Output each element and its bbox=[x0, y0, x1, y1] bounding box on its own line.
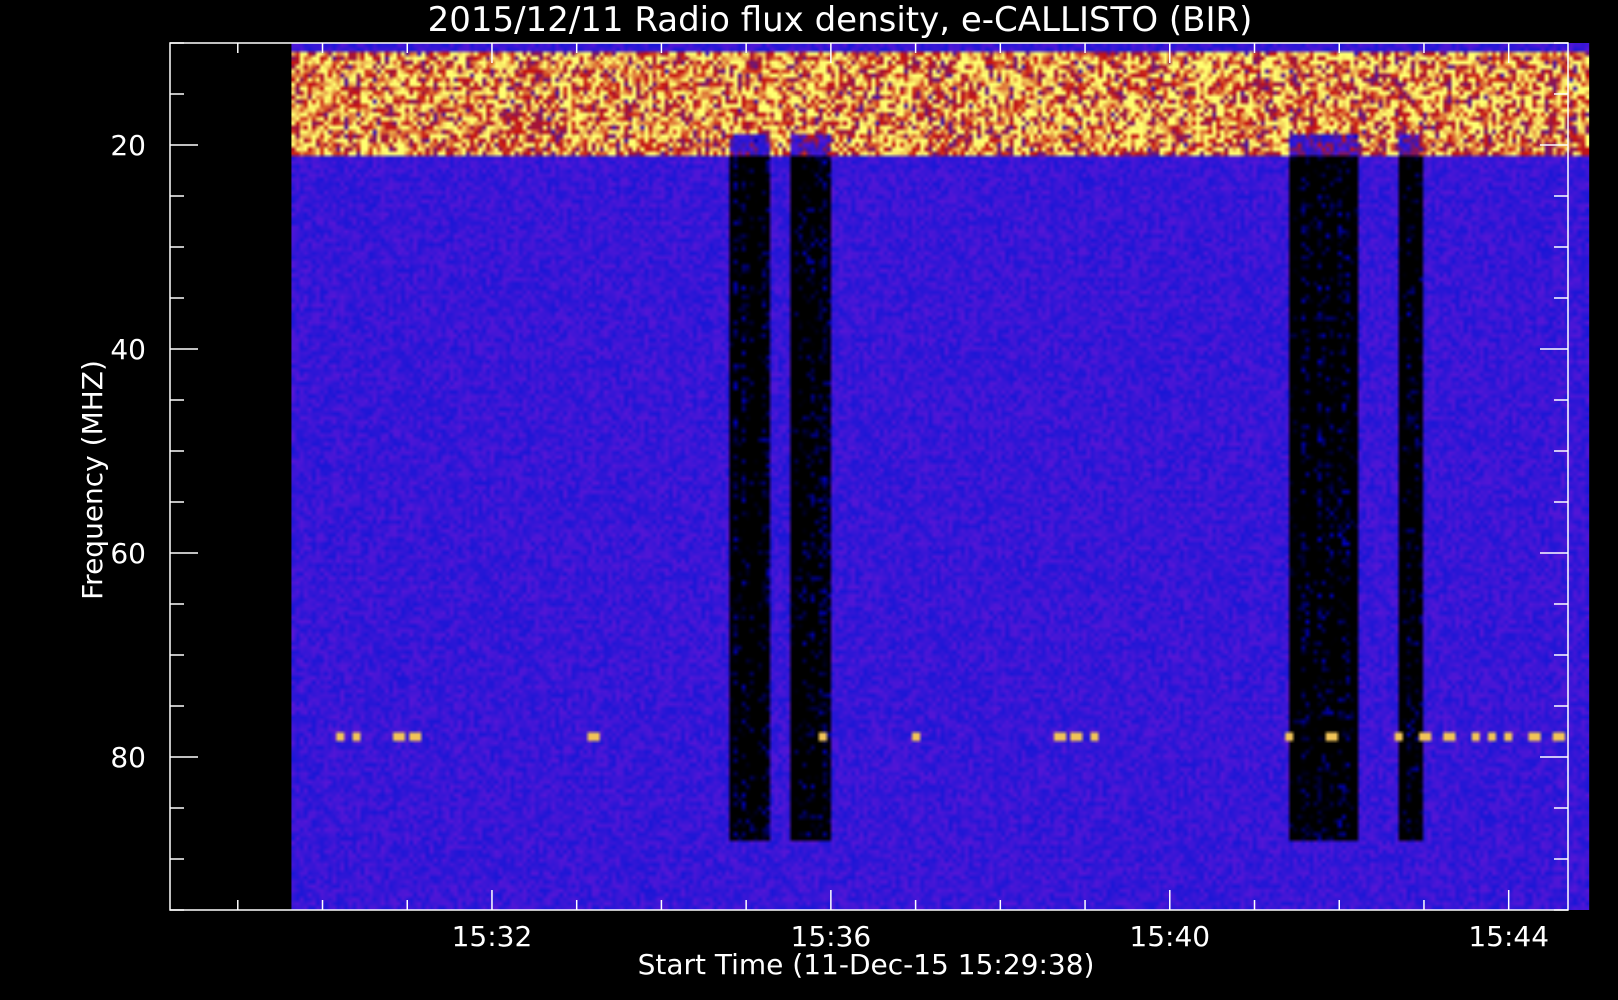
spectrogram-image bbox=[291, 43, 1590, 910]
spectrogram-heatmap bbox=[291, 43, 1590, 910]
y-tick-label: 80 bbox=[110, 741, 146, 774]
y-axis-label: Frequency (MHZ) bbox=[76, 360, 109, 600]
x-axis-label: Start Time (11-Dec-15 15:29:38) bbox=[638, 948, 1095, 981]
spectrogram-chart: 2015/12/11 Radio flux density, e-CALLIST… bbox=[76, 0, 1590, 981]
y-tick-label: 40 bbox=[110, 333, 146, 366]
y-tick-label: 60 bbox=[110, 537, 146, 570]
y-tick-label: 20 bbox=[110, 129, 146, 162]
x-tick-label: 15:40 bbox=[1129, 920, 1210, 953]
x-tick-label: 15:32 bbox=[452, 920, 533, 953]
x-tick-label: 15:44 bbox=[1468, 920, 1549, 953]
chart-title: 2015/12/11 Radio flux density, e-CALLIST… bbox=[428, 0, 1253, 40]
